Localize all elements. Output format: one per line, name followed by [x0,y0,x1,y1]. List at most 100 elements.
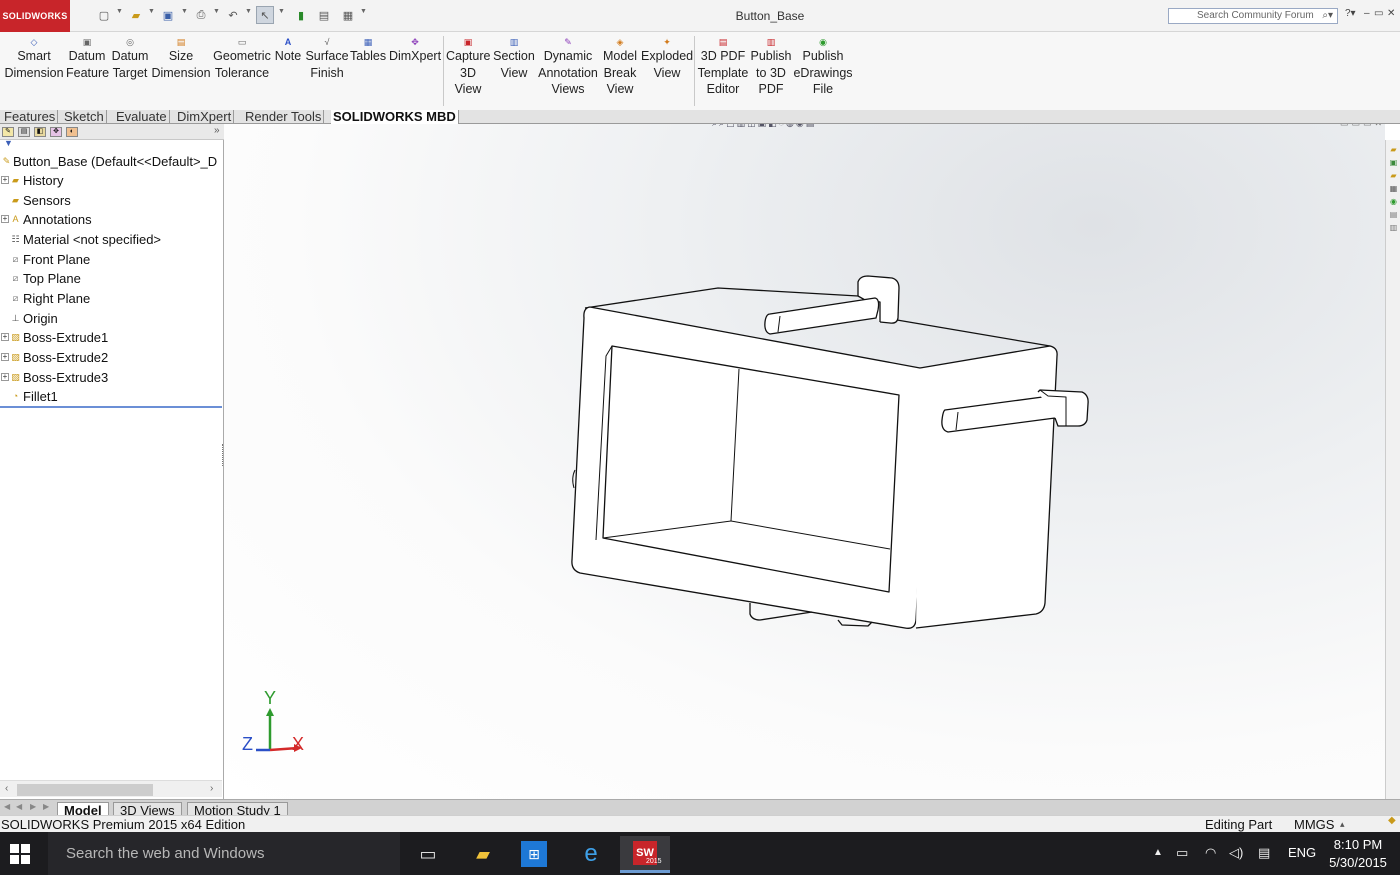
scroll-thumb[interactable] [17,784,153,796]
restore-icon[interactable]: ▭ [1374,8,1383,19]
tab-dimxpert[interactable]: DimXpert [175,110,235,124]
tree-item-boss-extrude1[interactable]: + ▧ Boss-Extrude1 [0,328,222,347]
property-manager-tab-icon[interactable]: ▤ [18,127,30,137]
tab-features[interactable]: Features [2,110,59,124]
note-button[interactable]: A Note [273,36,303,65]
notification-icon[interactable]: ◆ [1388,812,1396,829]
scroll-left-icon[interactable]: ‹ [5,783,8,794]
publish-3d-pdf-button[interactable]: ▥ Publish to 3D PDF [750,36,792,98]
rebuild-icon[interactable]: ▮ [294,8,308,22]
new-document-icon[interactable]: ▢ [97,8,111,22]
design-library-icon[interactable]: ▣ [1388,157,1399,168]
close-icon[interactable]: ✕ [1387,8,1395,19]
filter-icon[interactable]: ▼ [4,138,13,148]
help-icon[interactable]: ?▾ [1345,8,1356,19]
custom-properties-icon[interactable]: ▤ [1388,209,1399,220]
graphics-area[interactable]: ⌕⌕◰▥◫▣◧◌◍◉▤ ▭▭▭✕ [224,124,1385,799]
tree-item-sensors[interactable]: ▰ Sensors [0,191,222,210]
status-units[interactable]: MMGS [1294,816,1334,833]
store-icon[interactable]: ⊞ [521,841,547,867]
search-icon[interactable]: ⌕▾ [1322,9,1333,23]
size-dimension-button[interactable]: ▤ Size Dimension [151,36,211,81]
tab-3d-views[interactable]: 3D Views [113,802,182,815]
search-input[interactable]: Search Community Forum ⌕▾ [1168,8,1338,24]
undo-icon[interactable]: ↶ [226,8,240,22]
model-break-view-button[interactable]: ◈ Model Break View [600,36,640,98]
solidworks-taskbar-button[interactable]: SW 2015 [620,836,670,873]
tree-item-front-plane[interactable]: ⧄ Front Plane [0,250,222,269]
file-properties-icon[interactable]: ▤ [317,8,331,22]
wifi-icon[interactable]: ◠ [1205,845,1216,861]
tree-item-boss-extrude3[interactable]: + ▧ Boss-Extrude3 [0,368,222,387]
file-explorer-icon[interactable]: ▰ [1388,170,1399,181]
view-palette-icon[interactable]: ▦ [1388,183,1399,194]
tab-render-tools[interactable]: Render Tools [243,110,325,124]
tab-motion-study-1[interactable]: Motion Study 1 [187,802,288,815]
datum-feature-button[interactable]: ▣ Datum Feature [66,36,109,81]
dimxpert-tab-icon[interactable]: ✥ [50,127,62,137]
rollback-bar[interactable] [0,406,222,408]
dimxpert-button[interactable]: ✥ DimXpert [388,36,442,65]
3d-pdf-template-editor-button[interactable]: ▤ 3D PDF Template Editor [697,36,749,98]
tree-item-material[interactable]: ☷ Material <not specified> [0,230,222,249]
internet-explorer-icon[interactable]: e [575,838,607,870]
part-model[interactable] [224,124,1385,799]
units-dropdown-icon[interactable]: ▴ [1340,816,1345,833]
task-view-icon[interactable]: ▭ [412,838,444,870]
options-dropdown-icon[interactable]: ▼ [360,8,367,15]
action-center-icon[interactable]: ▤ [1258,845,1270,861]
print-icon[interactable]: ⎙ [194,8,208,22]
horizontal-scrollbar[interactable]: ‹ › [0,780,222,797]
display-manager-tab-icon[interactable]: ◐ [66,127,78,137]
save-dropdown-icon[interactable]: ▼ [181,8,188,15]
new-dropdown-icon[interactable]: ▼ [116,8,123,15]
expand-icon[interactable]: + [1,333,9,341]
undo-dropdown-icon[interactable]: ▼ [245,8,252,15]
solidworks-resources-icon[interactable]: ▰ [1388,144,1399,155]
next-tab-icon[interactable]: ▶ [30,802,36,811]
taskbar-search-input[interactable]: Search the web and Windows [48,832,400,875]
tree-root-part[interactable]: ✎ Button_Base (Default<<Default>_D [0,152,222,171]
open-dropdown-icon[interactable]: ▼ [148,8,155,15]
expand-panel-icon[interactable]: » [214,125,220,136]
prev-tab-icon[interactable]: ◀ [16,802,22,811]
print-dropdown-icon[interactable]: ▼ [213,8,220,15]
geometric-tolerance-button[interactable]: ▭ Geometric Tolerance [212,36,272,81]
expand-icon[interactable]: + [1,176,9,184]
windows-start-icon[interactable] [10,844,32,864]
save-icon[interactable]: ▣ [161,8,175,22]
tree-item-top-plane[interactable]: ⧄ Top Plane [0,269,222,288]
expand-icon[interactable]: + [1,373,9,381]
clock[interactable]: 8:10 PM 5/30/2015 [1326,836,1390,872]
options-icon[interactable]: ▦ [341,8,355,22]
solidworks-logo[interactable]: SOLIDWORKS [0,0,70,32]
exploded-view-button[interactable]: ✦ Exploded View [641,36,693,81]
first-tab-icon[interactable]: ◀ [4,802,10,811]
select-dropdown-icon[interactable]: ▼ [278,8,285,15]
tree-item-right-plane[interactable]: ⧄ Right Plane [0,289,222,308]
section-view-button[interactable]: ▥ Section View [492,36,536,81]
tree-item-annotations[interactable]: + A Annotations [0,210,222,229]
appearances-icon[interactable]: ◉ [1388,196,1399,207]
dynamic-annotation-views-button[interactable]: ✎ Dynamic Annotation Views [537,36,599,98]
open-icon[interactable]: ▰ [129,8,143,22]
tree-item-fillet1[interactable]: ◔ Fillet1 [0,387,222,406]
tab-evaluate[interactable]: Evaluate [114,110,170,124]
tab-solidworks-mbd[interactable]: SOLIDWORKS MBD [331,110,459,124]
tree-item-origin[interactable]: ⊥ Origin [0,309,222,328]
feature-tree-tab-icon[interactable]: ✎ [2,127,14,137]
tree-item-history[interactable]: + ▰ History [0,171,222,190]
file-explorer-taskbar-icon[interactable]: ▰ [467,838,499,870]
select-icon[interactable]: ↖ [256,6,274,24]
publish-edrawings-button[interactable]: ◉ Publish eDrawings File [793,36,853,98]
expand-icon[interactable]: + [1,215,9,223]
surface-finish-button[interactable]: √ Surface Finish [305,36,349,81]
last-tab-icon[interactable]: ▶ [43,802,49,811]
capture-3d-view-button[interactable]: ▣ Capture 3D View [446,36,490,98]
expand-icon[interactable]: + [1,353,9,361]
datum-target-button[interactable]: ◎ Datum Target [110,36,150,81]
volume-icon[interactable]: ◁) [1229,845,1243,861]
tree-item-boss-extrude2[interactable]: + ▧ Boss-Extrude2 [0,348,222,367]
scroll-right-icon[interactable]: › [210,783,213,794]
smart-dimension-button[interactable]: ◇ Smart Dimension [4,36,64,81]
